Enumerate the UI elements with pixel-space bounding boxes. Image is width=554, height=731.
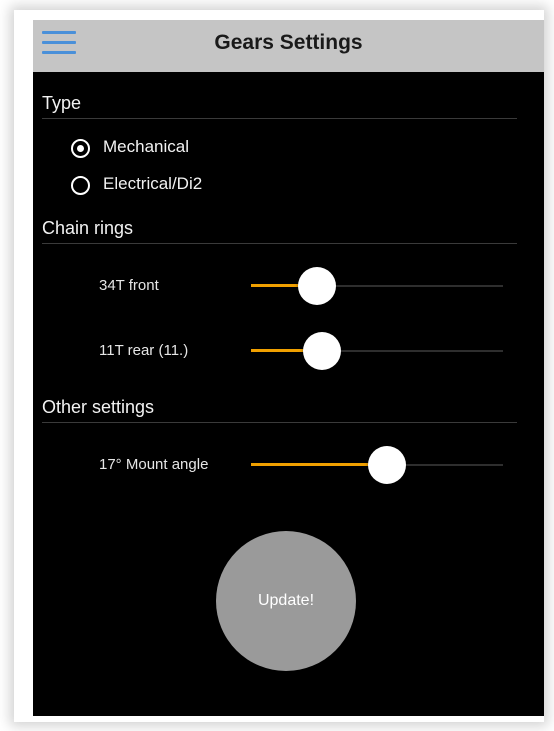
radio-label: Electrical/Di2 <box>103 174 203 193</box>
section-title-chain-rings: Chain rings <box>42 218 134 238</box>
divider <box>42 118 517 119</box>
page-title: Gears Settings <box>214 31 363 54</box>
update-button[interactable]: Update! <box>216 531 356 671</box>
slider-label-mount-angle: 17° Mount angle <box>99 456 209 473</box>
slider-label-rear: 11T rear (11.) <box>99 342 189 359</box>
radio-unselected-icon <box>71 176 90 195</box>
rear-cog-slider[interactable] <box>251 331 503 371</box>
top-bar: Gears Settings <box>33 20 544 72</box>
divider <box>42 243 517 244</box>
slider-thumb[interactable] <box>297 267 336 305</box>
slider-thumb[interactable] <box>368 446 407 484</box>
slider-thumb[interactable] <box>302 332 341 370</box>
section-title-type: Type <box>42 93 82 113</box>
gears-settings-screen: Gears Settings Type Mechanical Electrica… <box>33 20 544 716</box>
divider <box>42 422 517 423</box>
slider-label-front: 34T front <box>99 277 159 294</box>
radio-label: Mechanical <box>103 137 189 156</box>
front-chainring-slider[interactable] <box>251 266 503 306</box>
radio-selected-icon <box>71 139 90 158</box>
section-title-other-settings: Other settings <box>42 397 155 417</box>
mount-angle-slider[interactable] <box>251 445 503 485</box>
slider-fill <box>251 463 388 466</box>
